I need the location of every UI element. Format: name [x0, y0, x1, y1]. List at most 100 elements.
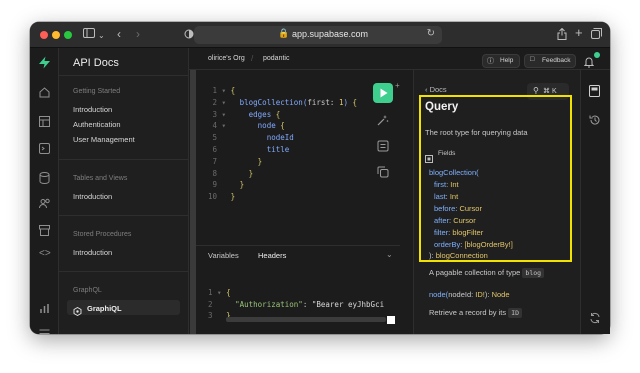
api-docs-sidebar: API Docs Getting Started Introduction Au…: [59, 48, 189, 334]
code-line: 3 ▾ edges {: [208, 109, 281, 119]
docs-back-link[interactable]: ‹ Docs: [425, 85, 447, 94]
argument-name[interactable]: first: [434, 180, 446, 189]
field-blog-collection[interactable]: blogCollection(: [429, 168, 479, 177]
table-editor-icon[interactable]: [39, 114, 50, 127]
fields-icon: [425, 150, 433, 163]
logs-list-icon[interactable]: [39, 326, 50, 334]
field-description: A pagable collection of type blog: [429, 268, 545, 278]
close-window-button[interactable]: [40, 31, 48, 39]
argument-type[interactable]: blogFilter: [452, 228, 483, 237]
argument-name[interactable]: before: [434, 204, 455, 213]
reports-icon[interactable]: [39, 301, 50, 313]
field-return: ): blogConnection: [429, 251, 488, 260]
line-number: 4 ▾: [208, 121, 231, 131]
argument-row: first: Int: [434, 180, 459, 189]
code-token: blogCollection(: [239, 97, 308, 107]
notification-dot: [594, 52, 600, 58]
new-tab-icon[interactable]: +: [575, 26, 583, 40]
share-icon[interactable]: [557, 27, 567, 44]
address-bar[interactable]: 🔒 app.supabase.com ↻: [194, 26, 442, 44]
merge-fragments-icon[interactable]: [377, 139, 389, 152]
sidebar-item-graphiql[interactable]: GraphiQL: [87, 304, 122, 313]
argument-name[interactable]: filter: [434, 228, 448, 237]
code-token: node: [257, 121, 281, 131]
minimize-window-button[interactable]: [52, 31, 60, 39]
help-icon: ⓘ: [487, 58, 494, 65]
storage-icon[interactable]: [39, 223, 50, 236]
feedback-icon: □: [530, 56, 535, 63]
refresh-schema-icon[interactable]: [589, 311, 601, 324]
prettify-icon[interactable]: [377, 113, 389, 126]
project-name[interactable]: podantic: [263, 55, 289, 62]
argument-type[interactable]: Int: [450, 180, 458, 189]
argument-name[interactable]: after: [434, 216, 449, 225]
right-tool-rail: [580, 70, 610, 334]
tab-variables[interactable]: Variables: [208, 251, 239, 260]
header-line: 1 ▾ {: [208, 288, 231, 297]
privacy-shield-icon[interactable]: [184, 29, 194, 43]
back-icon[interactable]: ‹: [117, 27, 121, 41]
sidebar-toggle-icon[interactable]: [83, 28, 95, 42]
argument-type[interactable]: Cursor: [459, 204, 482, 213]
run-query-button[interactable]: [373, 83, 393, 103]
code-token: {: [275, 109, 281, 119]
argument-name[interactable]: last: [434, 192, 446, 201]
docs-book-icon[interactable]: [589, 84, 601, 97]
argument-row: before: Cursor: [434, 204, 482, 213]
history-icon[interactable]: [589, 113, 601, 125]
line-number: 2 ▾: [208, 97, 231, 107]
argument-row: after: Cursor: [434, 216, 476, 225]
section-heading-graphql: GraphQL: [73, 287, 102, 294]
sidebar-item-user-management[interactable]: User Management: [73, 135, 135, 144]
home-icon[interactable]: [39, 85, 50, 98]
auth-users-icon[interactable]: [39, 196, 50, 209]
code-text: node {: [258, 121, 285, 130]
add-tab-icon[interactable]: +: [395, 81, 400, 90]
chevron-down-icon[interactable]: ⌄: [98, 29, 105, 43]
reload-icon[interactable]: ↻: [427, 28, 435, 39]
sidebar-item-introduction[interactable]: Introduction: [73, 105, 112, 114]
argument-name[interactable]: orderBy: [434, 240, 460, 249]
tab-headers[interactable]: Headers: [258, 251, 286, 260]
argument-row: orderBy: [blogOrderBy!]: [434, 240, 513, 249]
zoom-window-button[interactable]: [64, 31, 72, 39]
divider: [59, 271, 189, 272]
help-button[interactable]: ⓘ Help: [482, 54, 520, 68]
argument-type[interactable]: Cursor: [453, 216, 476, 225]
chevron-down-icon[interactable]: ⌄: [386, 250, 393, 259]
supabase-logo-icon[interactable]: [38, 56, 51, 69]
argument-row: filter: blogFilter: [434, 228, 483, 237]
feedback-button[interactable]: □ Feedback: [524, 54, 576, 68]
line-number: 3: [208, 311, 227, 320]
code-token: :: [302, 299, 312, 309]
tab-overview-icon[interactable]: [591, 28, 602, 43]
sidebar-item-authentication[interactable]: Authentication: [73, 120, 121, 129]
breadcrumb-separator: /: [251, 54, 254, 63]
field-node[interactable]: node(nodeId: ID!): Node: [429, 290, 510, 299]
docs-back-label: Docs: [429, 85, 447, 94]
sidebar-item-procedures-introduction[interactable]: Introduction: [73, 248, 112, 257]
headers-horizontal-scrollbar[interactable]: [226, 317, 386, 322]
argument-type[interactable]: Int: [450, 192, 458, 201]
copy-query-icon[interactable]: [377, 165, 389, 178]
sidebar-item-tables-introduction[interactable]: Introduction: [73, 192, 112, 201]
scroll-corner: [387, 316, 395, 324]
code-text: nodeId: [266, 133, 294, 143]
node-description-text: Retrieve a record by its: [429, 308, 507, 317]
forward-icon[interactable]: ›: [136, 27, 140, 41]
edge-functions-icon[interactable]: <>: [39, 248, 51, 259]
divider: [59, 75, 189, 76]
sql-editor-icon[interactable]: [39, 141, 50, 154]
notifications-bell-icon[interactable]: [583, 55, 595, 68]
argument-type[interactable]: [blogOrderBy!]: [464, 240, 512, 249]
return-type-link[interactable]: blogConnection: [436, 251, 488, 260]
graphql-icon: [73, 303, 82, 317]
type-badge: blog: [522, 268, 545, 278]
org-name[interactable]: olirice's Org: [208, 55, 245, 62]
database-icon[interactable]: [39, 171, 50, 184]
line-number: 2: [208, 299, 227, 309]
